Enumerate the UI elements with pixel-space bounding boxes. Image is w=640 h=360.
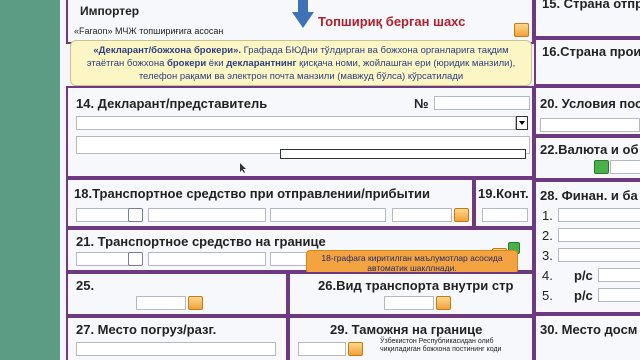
box-16: 16.Страна прои <box>534 38 640 86</box>
box-18-field-3[interactable] <box>270 208 386 222</box>
tooltip-bold-2: брокери <box>167 58 207 69</box>
box-20: 20. Условия пос <box>534 86 640 136</box>
box-14: 14. Декларант/представитель № <box>66 86 534 178</box>
box-28-ps-1: р/с <box>574 268 593 283</box>
box-28-ps-2: р/с <box>574 288 593 303</box>
box-28-field-3[interactable] <box>558 248 640 262</box>
box-18-edit-icon[interactable] <box>454 208 469 222</box>
box-28-row-1: 1. <box>542 208 553 223</box>
box-15: 15. Страна отпр <box>534 0 640 38</box>
box-30-label: 30. Место досм <box>540 322 638 337</box>
box-25-label: 25. <box>76 278 95 293</box>
auto-fill-tooltip: 18-графага киритилган маълумотлар асосид… <box>306 250 518 274</box>
box-28: 28. Финан. и ба 1. 2. 3. 4. р/с 5. р/с <box>534 180 640 314</box>
left-background-strip <box>0 0 60 360</box>
box-28-field-4[interactable] <box>598 268 640 282</box>
callout-label: Топшириқ берган шахс <box>318 14 466 29</box>
declarant-tooltip: «Декларант/божхона брокери». Графада БЮД… <box>70 40 532 86</box>
callout-arrow-icon <box>292 0 316 30</box>
box-16-label: 16.Страна прои <box>542 44 640 59</box>
box-20-field[interactable] <box>540 118 640 132</box>
declarant-select[interactable] <box>76 116 516 130</box>
box-30: 30. Место досм <box>534 314 640 360</box>
declarant-inner-field[interactable] <box>280 149 526 159</box>
tooltip-part-2: ёки <box>206 58 227 69</box>
box-29: 29. Таможня на границе Ўзбекистон Респуб… <box>288 316 534 360</box>
importer-label: Импортер <box>80 4 140 18</box>
box-18-field-1[interactable] <box>76 208 132 222</box>
box-28-field-2[interactable] <box>558 228 640 242</box>
box-28-row-2: 2. <box>542 228 553 243</box>
box-26-field[interactable] <box>384 296 434 310</box>
box-25-field[interactable] <box>136 296 186 310</box>
box-14-label: 14. Декларант/представитель <box>76 96 268 111</box>
box-18-label: 18.Транспортное средство при отправлении… <box>74 186 431 201</box>
box-27-label: 27. Место погруз/разг. <box>76 322 217 337</box>
box-22-label: 22.Валюта и об <box>540 142 639 157</box>
box-26: 26.Вид транспорта внутри стр <box>288 272 534 316</box>
box-21-label: 21. Транспортное средство на границе <box>76 234 326 249</box>
box-18-field-4[interactable] <box>392 208 452 222</box>
box-19: 19.Конт. <box>474 178 534 228</box>
box-28-row-3: 3. <box>542 248 553 263</box>
mouse-cursor-icon <box>240 160 246 173</box>
box-18-field-2[interactable] <box>148 208 266 222</box>
box-28-field-5[interactable] <box>598 288 640 302</box>
tooltip-bold-3: декларантнинг <box>226 58 297 69</box>
box-28-field-1[interactable] <box>558 208 640 222</box>
box-14-number-field[interactable] <box>434 96 530 110</box>
box-15-label: 15. Страна отпр <box>542 0 640 11</box>
box-29-note: Ўзбекистон Республикасидан олиб чиқилади… <box>380 338 502 353</box>
importer-value: «Faraon» МЧЖ топшириғига асосан <box>74 26 224 36</box>
box-25-edit-icon[interactable] <box>188 296 203 310</box>
box-29-field[interactable] <box>298 342 346 356</box>
auto-fill-tooltip-text: 18-графага киритилган маълумотлар асосид… <box>321 253 503 273</box>
box-21-note-icon[interactable] <box>128 252 143 266</box>
dropdown-arrow-icon[interactable] <box>516 116 528 130</box>
box-28-row-5: 5. <box>542 288 553 303</box>
box-28-row-4: 4. <box>542 268 553 283</box>
box-14-num-label: № <box>414 96 429 111</box>
box-21-field-1[interactable] <box>76 252 132 266</box>
customs-declaration-form: Импортер «Faraon» МЧЖ топшириғига асосан… <box>60 0 640 360</box>
box-18-note-icon[interactable] <box>128 208 143 222</box>
box-29-edit-icon[interactable] <box>348 342 363 356</box>
currency-icon[interactable] <box>594 160 609 174</box>
box-20-label: 20. Условия пос <box>540 96 640 111</box>
importer-edit-icon[interactable] <box>514 23 529 37</box>
box-19-label: 19.Конт. <box>478 186 529 201</box>
box-21-field-2[interactable] <box>148 252 266 266</box>
box-22-field[interactable] <box>610 160 640 174</box>
box-18: 18.Транспортное средство при отправлении… <box>66 178 474 228</box>
box-28-label: 28. Финан. и ба <box>540 188 638 203</box>
box-27: 27. Место погруз/разг. <box>66 316 288 360</box>
box-22: 22.Валюта и об <box>534 136 640 180</box>
box-19-field[interactable] <box>482 208 528 222</box>
box-27-field[interactable] <box>76 342 276 356</box>
box-26-edit-icon[interactable] <box>436 296 451 310</box>
box-25: 25. <box>66 272 288 316</box>
tooltip-bold-1: «Декларант/божхона брокери». <box>93 45 242 56</box>
box-29-label: 29. Таможня на границе <box>330 322 483 337</box>
box-26-label: 26.Вид транспорта внутри стр <box>318 278 514 293</box>
screen: Импортер «Faraon» МЧЖ топшириғига асосан… <box>0 0 640 360</box>
